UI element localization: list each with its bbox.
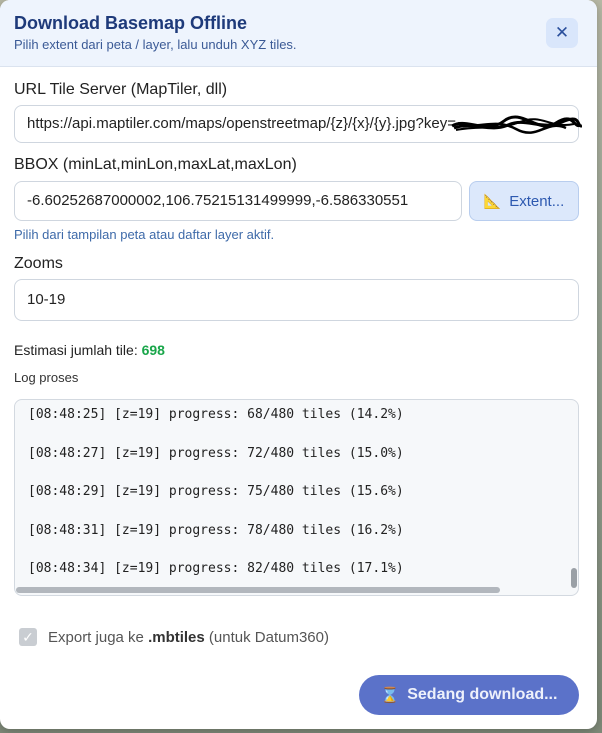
log-horizontal-scrollbar[interactable] <box>16 587 500 593</box>
bbox-input-value: -6.60252687000002,106.75215131499999,-6.… <box>27 192 409 209</box>
zooms-label: Zooms <box>14 255 63 272</box>
extent-button-label: Extent... <box>509 192 565 210</box>
dialog-header: Download Basemap Offline Pilih extent da… <box>0 0 597 67</box>
url-input-value: https://api.maptiler.com/maps/openstreet… <box>27 115 457 132</box>
export-prefix: Export juga ke <box>48 629 144 646</box>
download-basemap-dialog: Download Basemap Offline Pilih extent da… <box>0 0 597 729</box>
export-suffix: (untuk Datum360) <box>208 629 329 646</box>
export-mbtiles-label: Export juga ke .mbtiles (untuk Datum360) <box>48 629 329 646</box>
hourglass-icon: ⌛ <box>380 687 400 704</box>
log-panel[interactable]: [08:48:25] [z=19] progress: 68/480 tiles… <box>14 399 579 596</box>
tile-estimate-count: 698 <box>141 342 165 358</box>
download-button[interactable]: ⌛ Sedang download... <box>359 675 579 715</box>
log-line: [08:48:25] [z=19] progress: 68/480 tiles… <box>28 407 404 422</box>
redaction-scribble <box>451 115 582 134</box>
checkmark-icon: ✓ <box>22 628 34 645</box>
tile-estimate: Estimasi jumlah tile: 698 <box>14 342 165 358</box>
bbox-label: BBOX (minLat,minLon,maxLat,maxLon) <box>14 156 297 173</box>
log-label: Log proses <box>14 370 79 385</box>
close-icon: ✕ <box>554 23 570 42</box>
close-button[interactable]: ✕ <box>546 18 578 48</box>
ruler-triangle-icon: 📐 <box>483 192 502 209</box>
log-line: [08:48:27] [z=19] progress: 72/480 tiles… <box>28 446 404 461</box>
zooms-input-value: 10-19 <box>27 291 66 308</box>
dialog-title: Download Basemap Offline <box>14 13 248 33</box>
log-line: [08:48:34] [z=19] progress: 82/480 tiles… <box>28 561 404 576</box>
download-button-label: Sedang download... <box>407 686 558 703</box>
extent-button[interactable]: 📐 Extent... <box>469 181 579 221</box>
log-line: [08:48:29] [z=19] progress: 75/480 tiles… <box>28 484 404 499</box>
tile-estimate-label: Estimasi jumlah tile: <box>14 342 138 358</box>
zooms-input[interactable]: 10-19 <box>14 279 579 321</box>
log-vertical-scrollbar[interactable] <box>571 568 577 588</box>
url-label: URL Tile Server (MapTiler, dll) <box>14 81 228 98</box>
export-mbtiles-checkbox[interactable]: ✓ <box>19 628 37 646</box>
dialog-subtitle: Pilih extent dari peta / layer, lalu und… <box>14 37 297 52</box>
bbox-input[interactable]: -6.60252687000002,106.75215131499999,-6.… <box>14 181 462 221</box>
log-line: [08:48:31] [z=19] progress: 78/480 tiles… <box>28 523 404 538</box>
bbox-hint: Pilih dari tampilan peta atau daftar lay… <box>14 227 275 242</box>
export-format: .mbtiles <box>148 629 205 646</box>
